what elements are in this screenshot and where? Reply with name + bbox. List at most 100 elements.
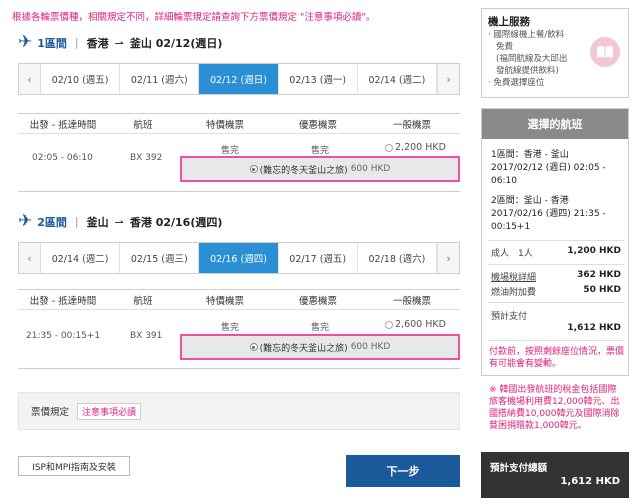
- plane-icon: ✈: [18, 32, 33, 52]
- destination: 香港: [129, 215, 152, 229]
- summary-segment-1: 1區間：香港 - 釜山 2017/02/12 (週日) 02:05 - 06:1…: [491, 149, 623, 188]
- currency: HKD: [425, 142, 446, 153]
- promo-fare-option[interactable]: (難忘的冬天釜山之旅) 600 HKD: [180, 156, 460, 182]
- route: 釜山 ⇀ 香港 02/16(週四): [87, 214, 223, 230]
- fuel-value: 50 HKD: [583, 285, 621, 295]
- date-tab[interactable]: 02/17 (週五): [279, 243, 358, 273]
- inflight-service-box: 機上服務 · 國際線機上餐/飲料 免費 (福岡航線及大邱出 發航線提供飲料) ·…: [481, 8, 629, 98]
- col-special: 特價機票: [205, 119, 244, 131]
- fare-rules-label: 票價規定: [31, 407, 70, 418]
- promo-fare-option[interactable]: (難忘的冬天釜山之旅) 600 HKD: [180, 334, 460, 360]
- prev-date-button[interactable]: ‹: [19, 64, 41, 94]
- segment-datetime: 06:10: [491, 176, 517, 186]
- total-value: 1,612 HKD: [560, 476, 620, 487]
- discount-fare-status: 售完: [311, 323, 330, 333]
- travel-date: 02/12(週日): [155, 36, 223, 50]
- radio-icon[interactable]: [385, 143, 393, 152]
- segment-route: 1區間：香港 - 釜山: [491, 150, 569, 160]
- radio-selected-icon[interactable]: [249, 165, 258, 173]
- flight-table-1: 出發 - 抵達時間 航班 特價機票 優惠機票 一般機票: [18, 113, 460, 134]
- estimate-label-row: 預計支付: [491, 309, 621, 322]
- adult-value: 1,200 HKD: [567, 246, 621, 256]
- promo-name: (難忘的冬天釜山之旅): [259, 165, 348, 176]
- date-tab[interactable]: 02/13 (週一): [279, 64, 358, 94]
- adult-fare-row: 成人 1人 1,200 HKD: [491, 246, 621, 259]
- col-flight: 航班: [133, 295, 153, 307]
- flight-time: 21:35 - 00:15+1: [26, 331, 101, 341]
- segment-label: 2區間: [37, 215, 67, 229]
- divider: [488, 264, 624, 265]
- date-tab-selected[interactable]: 02/16 (週四): [199, 243, 279, 273]
- currency: HKD: [425, 319, 446, 330]
- origin: 香港: [86, 36, 109, 50]
- isp-guide-button[interactable]: ISP和MPI指南及安裝: [18, 456, 130, 476]
- date-tab[interactable]: 02/18 (週六): [358, 243, 438, 273]
- plane-icon: ✈: [18, 211, 33, 231]
- divider: [488, 302, 624, 303]
- promo-price: 600 HKD: [350, 342, 391, 352]
- fuel-row: 燃油附加費 50 HKD: [491, 285, 621, 298]
- next-date-button[interactable]: ›: [437, 243, 460, 273]
- estimate-value-row: 1,612 HKD: [491, 323, 621, 333]
- travel-date: 02/16(週四): [155, 215, 223, 229]
- date-tab[interactable]: 02/11 (週六): [120, 64, 200, 94]
- segment-datetime: 00:15+1: [491, 222, 531, 232]
- date-tab[interactable]: 02/15 (週三): [120, 243, 200, 273]
- summary-segment-2: 2區間：釜山 - 香港 2017/02/16 (週四) 21:35 - 00:1…: [491, 195, 623, 234]
- fare-notice: 根據各輪票價種，相關規定不同，詳細輪票規定請查詢下方票價規定 "注意事項必讀"。: [12, 12, 376, 23]
- flight-number: BX 392: [130, 153, 163, 163]
- promo-name: (難忘的冬天釜山之旅): [259, 343, 348, 354]
- divider: |: [74, 36, 79, 49]
- col-normal: 一般機票: [392, 295, 431, 307]
- tax-note: ※ 韓國出發航班的稅金包括國際旅客機場利用費12,000韓元、出國搭納費10,0…: [489, 385, 620, 431]
- col-time: 出發 - 抵達時間: [29, 119, 97, 131]
- segment-label: 1區間: [37, 36, 67, 50]
- date-tab[interactable]: 02/10 (週五): [41, 64, 121, 94]
- col-discount: 優惠機票: [298, 119, 337, 131]
- col-flight: 航班: [133, 119, 153, 131]
- destination: 釜山: [129, 36, 152, 50]
- normal-fare-option[interactable]: 2,200 HKD: [385, 142, 446, 153]
- col-discount: 優惠機票: [298, 295, 337, 307]
- discount-fare-status: 售完: [311, 146, 330, 156]
- price-change-warning: 付款前，按照剩餘座位情況，票價有可能會有變動。: [489, 347, 625, 369]
- normal-fare-option[interactable]: 2,600 HKD: [385, 319, 446, 330]
- date-selector-1: ‹ 02/10 (週五) 02/11 (週六) 02/12 (週日) 02/13…: [18, 63, 460, 95]
- col-time: 出發 - 抵達時間: [29, 295, 97, 307]
- divider: [18, 368, 460, 369]
- special-fare-status: 售完: [221, 146, 240, 156]
- segment-datetime: 2017/02/12 (週日) 02:05 -: [491, 163, 606, 173]
- must-read-link[interactable]: 注意事項必讀: [77, 402, 142, 420]
- radio-selected-icon[interactable]: [249, 343, 258, 351]
- table-header: 出發 - 抵達時間 航班 特價機票 優惠機票 一般機票: [18, 114, 460, 134]
- date-tab[interactable]: 02/14 (週二): [358, 64, 438, 94]
- arrow-icon: ⇀: [114, 215, 124, 229]
- normal-fare-price: 2,600: [395, 319, 423, 330]
- estimate-value: 1,612 HKD: [567, 323, 621, 333]
- date-tab[interactable]: 02/14 (週二): [41, 243, 121, 273]
- fare-rules-bar: 票價規定 注意事項必讀: [18, 392, 460, 430]
- segment-1-header: ✈ 1區間 | 香港 ⇀ 釜山 02/12(週日): [18, 34, 222, 51]
- divider: |: [74, 215, 79, 228]
- radio-icon[interactable]: [385, 320, 393, 329]
- flight-time: 02:05 - 06:10: [32, 153, 93, 163]
- tax-detail-link[interactable]: 機場稅詳細: [491, 270, 536, 283]
- promo-price: 600 HKD: [350, 164, 391, 174]
- divider: [488, 340, 624, 341]
- route: 香港 ⇀ 釜山 02/12(週日): [87, 35, 223, 51]
- estimate-label: 預計支付: [491, 312, 528, 322]
- divider: [18, 191, 460, 192]
- col-normal: 一般機票: [392, 119, 431, 131]
- date-tab-selected[interactable]: 02/12 (週日): [199, 64, 279, 94]
- total-label: 預計支付總額: [490, 463, 548, 474]
- adult-label: 成人 1人: [491, 249, 533, 259]
- prev-date-button[interactable]: ‹: [19, 243, 41, 273]
- divider: [488, 240, 624, 241]
- table-header: 出發 - 抵達時間 航班 特價機票 優惠機票 一般機票: [18, 290, 460, 310]
- selected-flights-panel: 選擇的航班 1區間：香港 - 釜山 2017/02/12 (週日) 02:05 …: [481, 108, 629, 376]
- next-date-button[interactable]: ›: [437, 64, 460, 94]
- summary-title: 選擇的航班: [482, 109, 628, 139]
- flight-number: BX 391: [130, 331, 163, 341]
- next-button[interactable]: 下一步: [346, 455, 460, 487]
- col-special: 特價機票: [205, 295, 244, 307]
